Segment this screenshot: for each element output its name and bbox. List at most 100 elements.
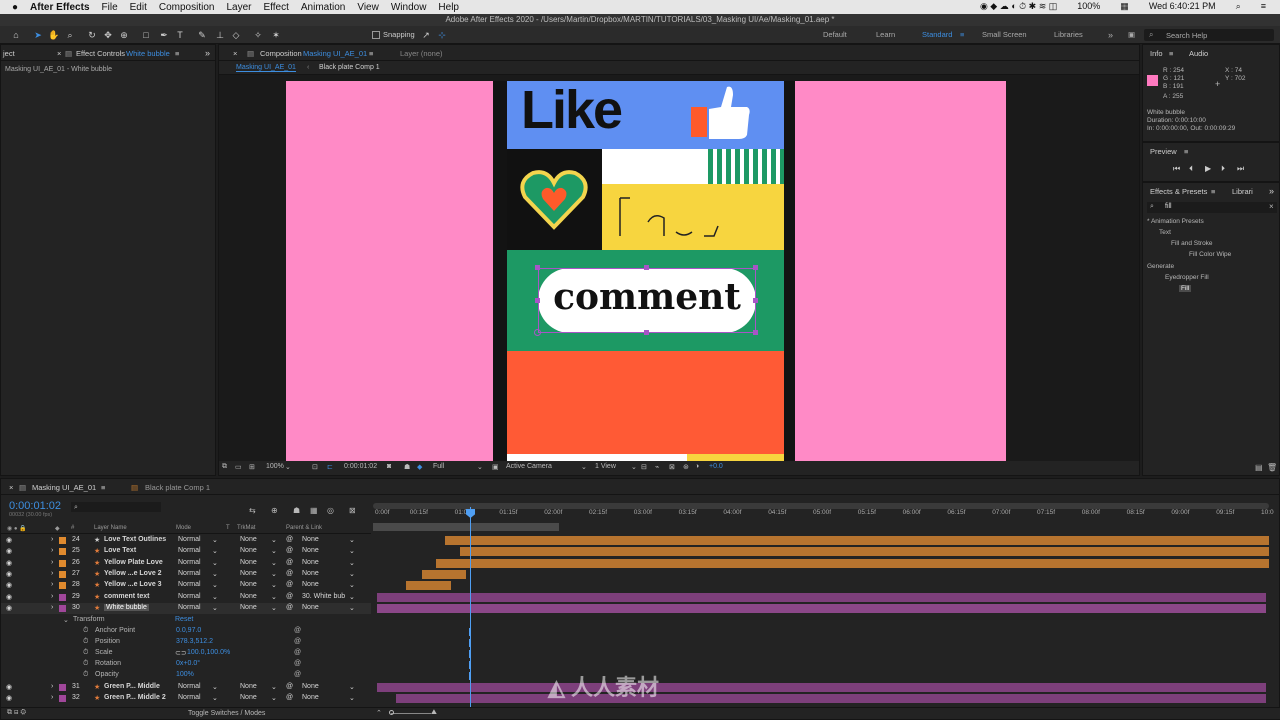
region-icon[interactable]: ▭: [235, 463, 242, 471]
comp-flow-current[interactable]: Masking UI_AE_01: [236, 64, 296, 72]
trkmat-dropdown-icon[interactable]: ⌄: [271, 694, 277, 702]
label-color-swatch[interactable]: [59, 571, 66, 578]
layer-mode[interactable]: Normal: [178, 683, 201, 690]
close-icon[interactable]: ×: [57, 49, 61, 58]
info-menu-icon[interactable]: ≡: [1169, 49, 1173, 58]
layer-row[interactable]: ◉ › 31 ★ Green P... Middle Normal ⌄ None ⌄ @ None ⌄: [1, 682, 371, 693]
transform-label[interactable]: Transform: [73, 616, 105, 623]
handle-br[interactable]: [753, 330, 758, 335]
visibility-eye-icon[interactable]: ◉: [6, 604, 12, 612]
workspace-small-screen[interactable]: Small Screen: [982, 30, 1027, 39]
channel-icon[interactable]: ◆: [417, 463, 422, 471]
rectangle-tool-icon[interactable]: □: [140, 29, 152, 41]
timeline-tab-black-plate[interactable]: Black plate Comp 1: [145, 483, 210, 492]
tree-generate[interactable]: Generate: [1147, 263, 1174, 270]
label-color-swatch[interactable]: [59, 582, 66, 589]
property-pickwhip-icon[interactable]: @: [294, 627, 301, 634]
menu-animation[interactable]: Animation: [301, 2, 345, 13]
panel-menu-icon[interactable]: ≡: [175, 49, 179, 58]
menu-view[interactable]: View: [357, 2, 379, 13]
libraries-tab[interactable]: Librari: [1232, 187, 1253, 196]
layer-trkmat[interactable]: None: [240, 547, 257, 554]
parent-dropdown-icon[interactable]: ⌄: [349, 593, 355, 601]
twirl-arrow-icon[interactable]: ›: [51, 536, 53, 543]
comp-lock-icon[interactable]: ▤: [247, 49, 254, 58]
menu-composition[interactable]: Composition: [159, 2, 215, 13]
menu-effect[interactable]: Effect: [263, 2, 288, 13]
trash-icon[interactable]: 🗑: [1267, 463, 1277, 472]
zoom-tool-icon[interactable]: ⌕: [64, 29, 76, 41]
timeline-tab-main[interactable]: Masking UI_AE_01: [32, 483, 96, 492]
puppet-tool-icon[interactable]: ✶: [270, 29, 282, 41]
first-frame-icon[interactable]: ⏮: [1173, 164, 1180, 174]
camera-view-select[interactable]: Active Camera: [506, 463, 552, 470]
label-color-swatch[interactable]: [59, 605, 66, 612]
always-preview-icon[interactable]: ⧉: [222, 463, 227, 471]
composition-canvas[interactable]: Like comment: [286, 81, 1006, 461]
layer-name-header[interactable]: Layer Name: [94, 525, 127, 531]
rotation-tool-icon[interactable]: ↻: [86, 29, 98, 41]
layer-trkmat[interactable]: None: [240, 604, 257, 611]
tree-text[interactable]: Text: [1159, 229, 1171, 236]
property-pickwhip-icon[interactable]: @: [294, 649, 301, 656]
parent-dropdown-icon[interactable]: ⌄: [349, 570, 355, 578]
handle-t[interactable]: [644, 265, 649, 270]
transform-twirl-icon[interactable]: ⌄: [63, 616, 69, 624]
parent-pickwhip-icon[interactable]: @: [286, 536, 293, 543]
layer-trkmat[interactable]: None: [240, 570, 257, 577]
tree-animation-presets[interactable]: * Animation Presets: [1147, 218, 1204, 225]
play-icon[interactable]: ▶: [1205, 164, 1211, 173]
visibility-eye-icon[interactable]: ◉: [6, 581, 12, 589]
layer-duration-bar[interactable]: [406, 581, 451, 590]
layer-row[interactable]: ◉ › 30 ★ White bubble Normal ⌄ None ⌄ @ None ⌄: [1, 603, 371, 614]
parent-pickwhip-icon[interactable]: @: [286, 683, 293, 690]
info-tab[interactable]: Info: [1150, 49, 1163, 58]
layer-tab[interactable]: Layer (none): [400, 49, 443, 58]
layer-mode[interactable]: Normal: [178, 570, 201, 577]
parent-dropdown-icon[interactable]: ⌄: [349, 694, 355, 702]
menu-list-icon[interactable]: ≡: [1261, 1, 1266, 12]
composition-tab[interactable]: Composition: [260, 49, 302, 58]
label-color-swatch[interactable]: [59, 537, 66, 544]
layer-row[interactable]: ◉ › 26 ★ Yellow Plate Love Normal ⌄ None ⌄ @ None ⌄: [1, 558, 371, 569]
toggle-pixel-icon[interactable]: ⊟: [641, 463, 647, 471]
show-snapshot-icon[interactable]: ☗: [404, 463, 410, 471]
visibility-eye-icon[interactable]: ◉: [6, 536, 12, 544]
layer-name[interactable]: Love Text: [104, 547, 136, 554]
layer-name[interactable]: White bubble: [104, 604, 149, 611]
parent-pickwhip-icon[interactable]: @: [286, 604, 293, 611]
fast-preview-icon[interactable]: ⌁: [655, 463, 659, 471]
layer-duration-bar[interactable]: [376, 683, 1267, 692]
layer-duration-bar[interactable]: [396, 694, 1267, 703]
effects-search-field[interactable]: ⌕ fill ×: [1147, 202, 1277, 213]
menu-file[interactable]: File: [102, 2, 118, 13]
home-icon[interactable]: ⌂: [10, 29, 22, 41]
twirl-arrow-icon[interactable]: ›: [51, 581, 53, 588]
zoom-out-icon[interactable]: ⌃: [376, 709, 382, 717]
property-value[interactable]: 0x+0.0°: [176, 660, 200, 667]
more-workspaces-icon[interactable]: »: [1108, 30, 1113, 40]
layer-parent[interactable]: None: [302, 547, 319, 554]
audio-tab[interactable]: Audio: [1189, 49, 1208, 58]
app-menu[interactable]: After Effects: [30, 2, 89, 13]
menu-edit[interactable]: Edit: [130, 2, 147, 13]
menu-help[interactable]: Help: [438, 2, 459, 13]
layer-mode[interactable]: Normal: [178, 604, 201, 611]
previous-frame-icon[interactable]: ⏴: [1189, 164, 1193, 174]
parent-pickwhip-icon[interactable]: @: [286, 547, 293, 554]
layer-name[interactable]: Green P... Middle: [104, 683, 160, 690]
tree-fill[interactable]: Fill: [1179, 285, 1192, 292]
layer-trkmat[interactable]: None: [240, 593, 257, 600]
parent-pickwhip-icon[interactable]: @: [286, 581, 293, 588]
layer-name[interactable]: Love Text Outlines: [104, 536, 166, 543]
layer-trkmat[interactable]: None: [240, 694, 257, 701]
motion-blur-icon[interactable]: ◎: [327, 506, 334, 515]
trkmat-dropdown-icon[interactable]: ⌄: [271, 593, 277, 601]
layer-parent[interactable]: 30. White bub: [302, 593, 345, 600]
layer-name[interactable]: Yellow Plate Love: [104, 559, 163, 566]
layer-parent[interactable]: None: [302, 604, 319, 611]
layer-mode[interactable]: Normal: [178, 593, 201, 600]
type-tool-icon[interactable]: T: [174, 29, 186, 41]
zoom-slider[interactable]: [391, 713, 431, 714]
property-pickwhip-icon[interactable]: @: [294, 638, 301, 645]
